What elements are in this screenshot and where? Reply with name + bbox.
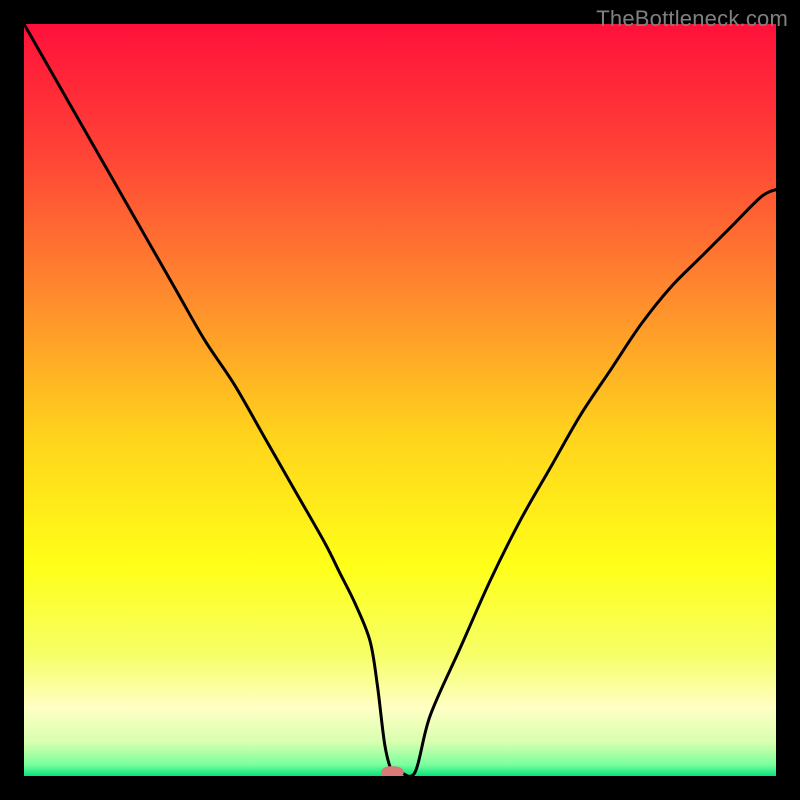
plot-area [24, 24, 776, 776]
gradient-background [24, 24, 776, 776]
bottleneck-chart-svg [24, 24, 776, 776]
chart-container: TheBottleneck.com [0, 0, 800, 800]
optimum-marker [381, 766, 404, 776]
watermark-text: TheBottleneck.com [596, 6, 788, 32]
